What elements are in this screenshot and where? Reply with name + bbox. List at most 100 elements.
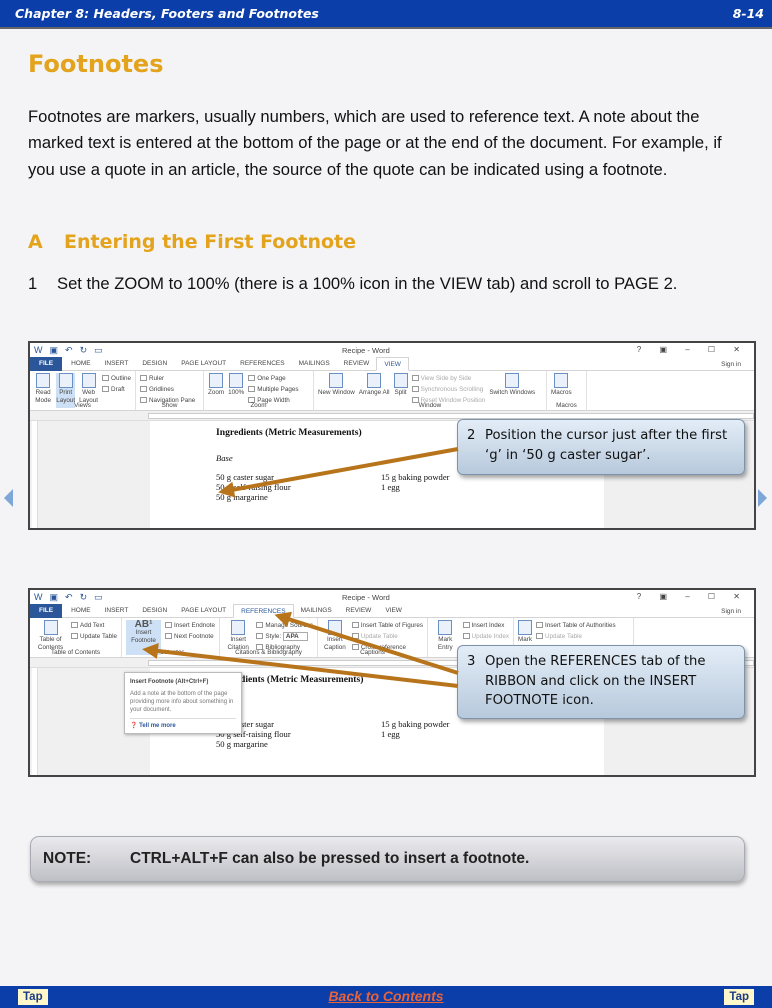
chapter-header: Chapter 8: Headers, Footers and Footnote… [0, 0, 772, 29]
tab-insert[interactable]: INSERT [98, 604, 136, 618]
callout-step-3: 3 Open the REFERENCES tab of the RIBBON a… [457, 645, 745, 719]
update-table-button[interactable]: Update Table [71, 631, 117, 642]
sign-in-link[interactable]: Sign in [714, 358, 748, 372]
step-1: 1 Set the ZOOM to 100% (there is a 100% i… [28, 274, 677, 294]
note-box: NOTE: CTRL+ALT+F can also be pressed to i… [30, 836, 745, 882]
tab-review[interactable]: REVIEW [339, 604, 379, 618]
ribbon-tabs: FILE HOME INSERT DESIGN PAGE LAYOUT REFE… [30, 356, 754, 372]
outline-button[interactable]: Outline [102, 373, 131, 384]
save-icon: ▣ [49, 591, 59, 602]
insert-table-of-authorities-button[interactable]: Insert Table of Authorities [536, 620, 616, 631]
tab-mailings[interactable]: MAILINGS [294, 604, 339, 618]
save-icon: ▣ [49, 344, 59, 355]
sync-scrolling-button[interactable]: Synchronous Scrolling [411, 384, 486, 395]
sign-in-link[interactable]: Sign in [714, 605, 748, 619]
add-text-button[interactable]: Add Text [71, 620, 117, 631]
chapter-title: Chapter 8: Headers, Footers and Footnote… [15, 6, 319, 21]
group-citations: Insert Citation Manage Sources Style: APA… [220, 618, 318, 657]
word-icon: W [34, 592, 43, 602]
magnifier-icon [209, 373, 224, 388]
insert-table-of-figures-button[interactable]: Insert Table of Figures [351, 620, 423, 631]
macros-icon [554, 373, 569, 388]
manage-sources-button[interactable]: Manage Sources [256, 620, 313, 631]
mark-entry-button[interactable]: Mark Entry [432, 620, 459, 655]
group-show: Ruler Gridlines Navigation Pane Show [136, 371, 204, 410]
doc-heading: Ingredients (Metric Measurements) [216, 427, 362, 438]
read-mode-icon [36, 373, 51, 388]
help-icon: ❓ [130, 723, 138, 729]
vertical-ruler [32, 421, 38, 528]
redo-icon: ↻ [79, 344, 88, 355]
tab-file[interactable]: FILE [30, 603, 63, 618]
open-icon: ▭ [94, 344, 103, 355]
insert-index-button[interactable]: Insert Index [462, 620, 509, 631]
gridlines-checkbox[interactable]: Gridlines [140, 384, 195, 395]
tab-home[interactable]: HOME [64, 604, 98, 618]
update-table-authorities-button[interactable]: Update Table [536, 631, 616, 642]
window-controls[interactable]: ? ▣ – ☐ ✕ [637, 592, 748, 601]
window-title: Recipe - Word [342, 346, 390, 355]
tab-references[interactable]: REFERENCES [233, 603, 294, 618]
group-views: Read Mode Print Layout Web Layout Outlin… [30, 371, 136, 410]
section-letter: A [28, 231, 43, 253]
zoom-100-icon [229, 373, 244, 388]
insert-endnote-button[interactable]: Insert Endnote [165, 620, 215, 631]
footer-bar: Tap Back to Contents Tap [0, 986, 772, 1008]
doc-heading: dients (Metric Measurements) [240, 674, 364, 685]
insert-footnote-tooltip: Insert Footnote (Alt+Ctrl+F) Add a note … [124, 672, 242, 734]
update-index-button[interactable]: Update Index [462, 631, 509, 642]
word-icon: W [34, 345, 43, 355]
one-page-button[interactable]: One Page [248, 373, 298, 384]
group-footnotes: AB¹ Insert Footnote Insert Endnote Next Fo… [122, 618, 220, 657]
tell-me-more-link[interactable]: ❓ Tell me more [130, 718, 236, 730]
undo-icon: ↶ [65, 591, 73, 602]
tab-references[interactable]: REFERENCES [233, 357, 291, 371]
print-layout-icon [58, 373, 73, 388]
step-text: Set the ZOOM to 100% (there is a 100% ic… [57, 274, 678, 293]
footnote-ab1-icon: AB¹ [134, 619, 153, 630]
group-captions: Insert Caption Insert Table of Figures Up… [318, 618, 428, 657]
tab-page-layout[interactable]: PAGE LAYOUT [174, 357, 233, 371]
tab-file[interactable]: FILE [30, 356, 63, 371]
page-number: 8-14 [732, 6, 764, 21]
tab-insert[interactable]: INSERT [98, 357, 136, 371]
open-icon: ▭ [94, 591, 103, 602]
prev-page-arrow-icon[interactable] [4, 489, 13, 507]
tab-review[interactable]: REVIEW [337, 357, 377, 371]
undo-icon: ↶ [65, 344, 73, 355]
tab-view[interactable]: VIEW [376, 356, 409, 371]
vertical-ruler [32, 668, 38, 775]
ruler-checkbox[interactable]: Ruler [140, 373, 195, 384]
multiple-pages-button[interactable]: Multiple Pages [248, 384, 299, 395]
section-heading: A Entering the First Footnote [28, 231, 356, 253]
tab-design[interactable]: DESIGN [135, 604, 174, 618]
tab-home[interactable]: HOME [64, 357, 98, 371]
tab-view[interactable]: VIEW [378, 604, 409, 618]
doc-base: Base [216, 453, 233, 463]
group-window: New Window Arrange All Split View Side b… [314, 371, 547, 410]
group-toc: Table of Contents Add Text Update Table T… [30, 618, 122, 657]
tab-page-layout[interactable]: PAGE LAYOUT [174, 604, 233, 618]
tab-mailings[interactable]: MAILINGS [292, 357, 337, 371]
view-side-by-side-button[interactable]: View Side by Side [411, 373, 486, 384]
page-title: Footnotes [28, 50, 164, 78]
next-page-arrow-icon[interactable] [758, 489, 767, 507]
update-table-button[interactable]: Update Table [351, 631, 423, 642]
callout-step-2: 2 Position the cursor just after the firs… [457, 419, 745, 475]
web-layout-icon [81, 373, 96, 388]
step-number: 1 [28, 274, 38, 293]
group-zoom: Zoom 100% One Page Multiple Pages Page Wid… [204, 371, 314, 410]
group-macros: Macros Macros [547, 371, 587, 410]
ribbon-view: Read Mode Print Layout Web Layout Outlin… [30, 371, 754, 411]
next-footnote-button[interactable]: Next Footnote [165, 631, 215, 642]
section-title: Entering the First Footnote [64, 231, 357, 253]
intro-paragraph: Footnotes are markers, usually numbers, … [28, 107, 722, 179]
redo-icon: ↻ [79, 591, 88, 602]
ribbon-tabs: FILE HOME INSERT DESIGN PAGE LAYOUT REFE… [30, 603, 754, 619]
tap-next-button[interactable]: Tap [724, 989, 754, 1005]
style-dropdown[interactable]: Style: APA [256, 631, 313, 642]
tab-design[interactable]: DESIGN [135, 357, 174, 371]
draft-button[interactable]: Draft [102, 384, 131, 395]
window-controls[interactable]: ? ▣ – ☐ ✕ [637, 345, 748, 354]
back-to-contents-link[interactable]: Back to Contents [0, 988, 772, 1004]
